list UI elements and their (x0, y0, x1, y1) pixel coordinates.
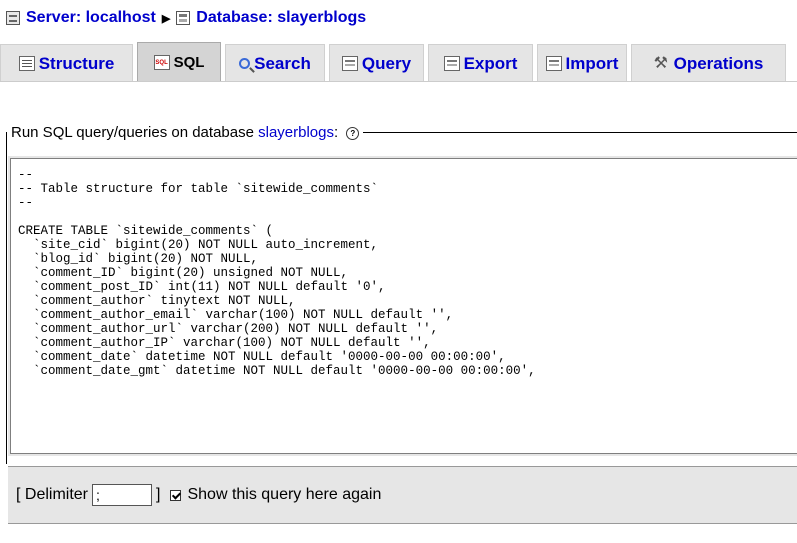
sql-line (18, 210, 797, 224)
sql-query-textarea[interactable]: -- -- Table structure for table `sitewide… (10, 158, 797, 454)
legend-prefix: Run SQL query/queries on database (11, 124, 259, 141)
sql-panel-legend: Run SQL query/queries on database slayer… (7, 124, 363, 141)
sql-line: -- Table structure for table `sitewide_c… (18, 182, 379, 196)
import-icon (545, 56, 562, 71)
tab-sql[interactable]: SQL SQL (137, 42, 221, 82)
sql-line: `comment_author` tinytext NOT NULL, (18, 294, 296, 308)
delimiter-input[interactable] (92, 484, 153, 506)
tab-operations-label: Operations (673, 53, 764, 73)
tab-search[interactable]: Search (225, 44, 325, 82)
structure-icon (18, 56, 35, 71)
sql-line: `blog_id` bigint(20) NOT NULL, (18, 252, 259, 266)
sql-line: CREATE TABLE `sitewide_comments` ( (18, 224, 274, 238)
delimiter-label-close: ] (156, 486, 161, 503)
database-icon (176, 11, 191, 25)
legend-database-link[interactable]: slayerblogs (258, 124, 334, 141)
tab-bar: Structure SQL SQL Search Query Export Im… (0, 42, 797, 82)
export-icon (443, 56, 460, 71)
sql-line: `comment_date_gmt` datetime NOT NULL def… (18, 364, 536, 378)
sql-line: `comment_ID` bigint(20) unsigned NOT NUL… (18, 266, 349, 280)
breadcrumb-server-link[interactable]: Server: localhost (26, 9, 156, 27)
tab-query-label: Query (361, 53, 412, 73)
query-icon (341, 56, 358, 71)
tab-structure-label: Structure (38, 53, 115, 73)
show-query-again-checkbox[interactable] (170, 489, 182, 501)
tab-export-label: Export (463, 53, 518, 73)
help-icon[interactable]: ? (346, 126, 360, 140)
sql-line: `site_cid` bigint(20) NOT NULL auto_incr… (18, 238, 379, 252)
sql-line: -- (18, 168, 34, 182)
sql-line: `comment_author_url` varchar(200) NOT NU… (18, 322, 439, 336)
tab-query[interactable]: Query (329, 44, 424, 82)
sql-line: `comment_date` datetime NOT NULL default… (18, 350, 506, 364)
sql-line: `comment_author_email` varchar(100) NOT … (18, 308, 454, 322)
tab-structure[interactable]: Structure (0, 44, 133, 82)
show-query-again-label: Show this query here again (187, 486, 382, 503)
tab-sql-label: SQL (173, 54, 205, 71)
tab-search-label: Search (254, 53, 311, 73)
breadcrumb-separator-icon: ▶ (161, 12, 171, 25)
sql-line: -- (18, 196, 34, 210)
tab-underline (0, 81, 797, 82)
sql-line: `comment_author_IP` varchar(100) NOT NUL… (18, 336, 431, 350)
breadcrumb-database-link[interactable]: Database: slayerblogs (196, 9, 366, 27)
sql-line: `comment_post_ID` int(11) NOT NULL defau… (18, 280, 386, 294)
search-icon (239, 58, 251, 69)
sql-icon: SQL (153, 55, 170, 70)
delimiter-label-open: [ Delimiter (16, 486, 89, 503)
legend-suffix: : (333, 124, 339, 141)
tab-export[interactable]: Export (428, 44, 533, 82)
tab-import-label: Import (565, 53, 619, 73)
breadcrumb: Server: localhost ▶ Database: slayerblog… (6, 7, 366, 29)
tab-operations[interactable]: Operations (631, 44, 786, 82)
server-icon (6, 11, 20, 25)
tab-import[interactable]: Import (537, 44, 627, 82)
operations-icon (654, 53, 670, 72)
query-options-bar: [ Delimiter ] Show this query here again (8, 466, 797, 524)
